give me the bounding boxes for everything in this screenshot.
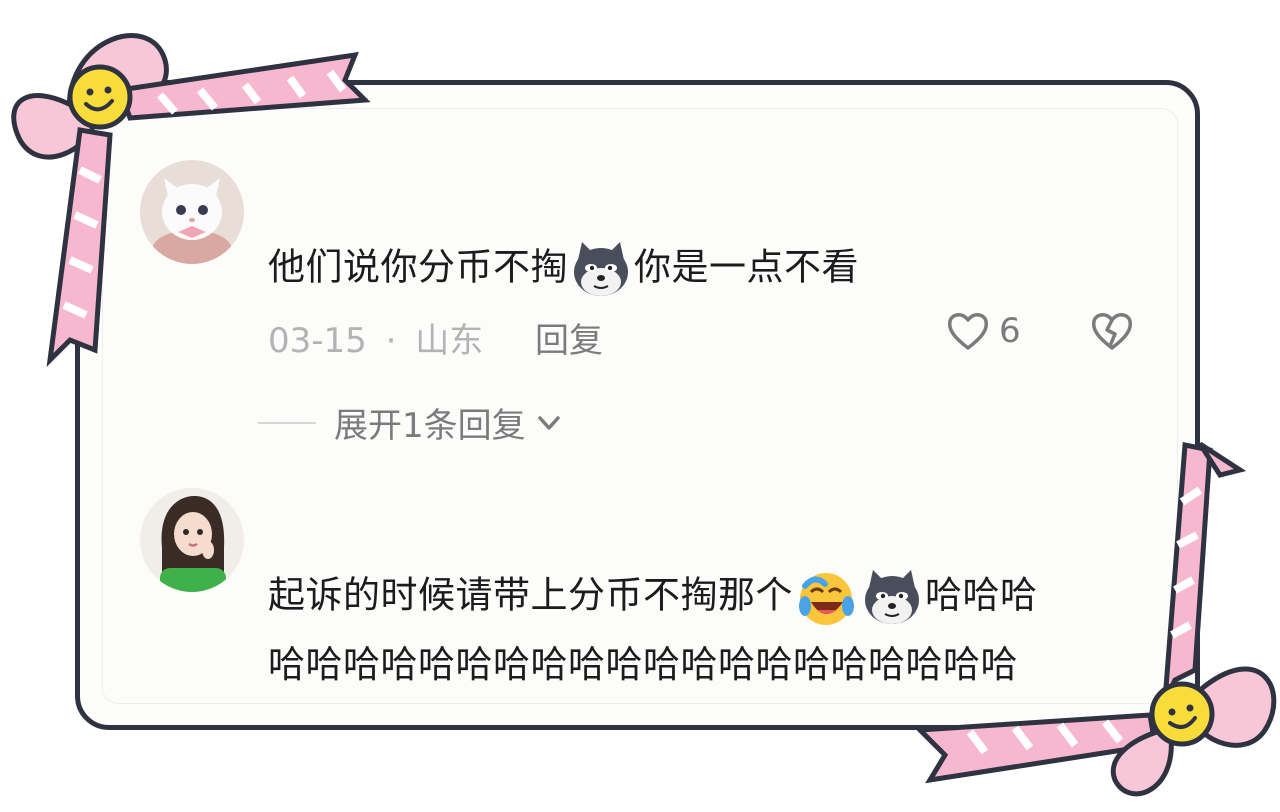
expand-replies-button[interactable]: 展开1条回复 (258, 398, 564, 447)
husky-dog-emoji-icon (570, 238, 632, 300)
comment-text: 他们说你分币不掏 你是一点不看 (268, 238, 859, 300)
comment-meta: 03-15 · 山东 (268, 313, 483, 362)
avatar[interactable] (140, 160, 244, 264)
husky-dog-emoji-icon (861, 566, 923, 628)
avatar[interactable] (140, 488, 244, 592)
heart-icon (947, 313, 989, 350)
comment-date: 03-15 (268, 321, 367, 361)
divider-line (258, 421, 316, 424)
like-button[interactable]: 6 (945, 308, 1021, 354)
comment-location: 山东 (415, 321, 484, 361)
like-count: 6 (999, 311, 1021, 351)
chevron-down-icon (537, 415, 560, 430)
comment-text-line-1: 起诉的时候请带上分币不掏那个 哈哈哈 (268, 566, 1038, 628)
laughing-crying-emoji-icon (795, 566, 857, 628)
meta-separator: · (385, 321, 397, 361)
expand-replies-label: 展开1条回复 (334, 406, 526, 446)
comment-text-line-2: 哈哈哈哈哈哈哈哈哈哈哈哈哈哈哈哈哈哈哈哈 (268, 643, 1018, 686)
reply-button[interactable]: 回复 (535, 313, 603, 362)
white-kitten-avatar-icon (140, 160, 244, 264)
broken-heart-icon (1091, 313, 1133, 350)
cartoon-girl-avatar-icon (140, 488, 244, 592)
dislike-button[interactable] (1089, 308, 1135, 358)
